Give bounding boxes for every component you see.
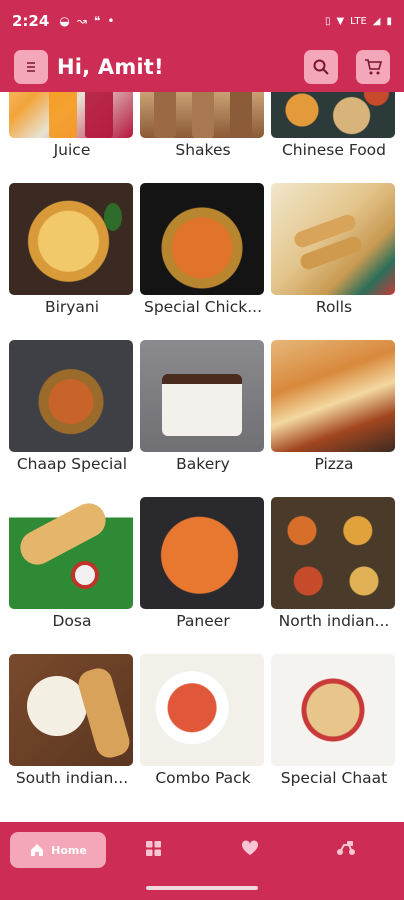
status-notification-icons: ◒ ↝ ❝ • [59, 14, 114, 28]
gesture-bar[interactable] [146, 886, 258, 890]
search-icon [313, 59, 329, 75]
dosa-image [9, 497, 133, 609]
category-label: North indian... [278, 612, 390, 630]
biryani-image [9, 183, 133, 295]
category-chinese-food[interactable]: Chinese Food [271, 92, 397, 171]
greeting-title: Hi, Amit! [57, 55, 164, 79]
chaap-special-image [9, 340, 133, 452]
special-chaat-image [271, 654, 395, 766]
grid-icon [146, 841, 161, 856]
status-system-icons: ▯ ▼ LTE ◢ ▮ [325, 16, 392, 27]
category-special-chicken[interactable]: Special Chick... [140, 183, 266, 328]
juice-image [9, 92, 133, 138]
category-label: Rolls [315, 298, 353, 316]
category-dosa[interactable]: Dosa [9, 497, 135, 642]
battery-icon: ▮ [386, 15, 392, 27]
cart-icon [365, 59, 382, 75]
chinese-food-image [271, 92, 395, 138]
north-indian-image [271, 497, 395, 609]
category-north-indian[interactable]: North indian... [271, 497, 397, 642]
category-label: Biryani [44, 298, 100, 316]
nav-favorites-button[interactable] [241, 840, 259, 860]
category-combo-pack[interactable]: Combo Pack [140, 654, 266, 799]
notification-icon: ◒ [59, 14, 70, 28]
status-time: 2:24 [12, 12, 50, 30]
nav-categories-button[interactable] [145, 840, 162, 861]
special-chicken-image [140, 183, 264, 295]
shakes-image [140, 92, 264, 138]
category-label: Special Chick... [143, 298, 262, 316]
home-icon [31, 844, 44, 856]
category-special-chaat[interactable]: Special Chaat [271, 654, 397, 799]
quote-icon: ❝ [93, 14, 101, 28]
category-label: Pizza [314, 455, 354, 473]
vibrate-icon: ▯ [324, 15, 331, 27]
paneer-image [140, 497, 264, 609]
bakery-image [140, 340, 264, 452]
category-grid: Juice Shakes Chinese Food Biryani Specia… [0, 92, 404, 822]
category-label: Paneer [176, 612, 230, 630]
category-label: Juice [53, 141, 91, 159]
category-label: Bakery [176, 455, 230, 473]
pizza-image [271, 340, 395, 452]
category-rolls[interactable]: Rolls [271, 183, 397, 328]
nav-delivery-button[interactable] [336, 840, 356, 860]
south-indian-image [9, 654, 133, 766]
category-shakes[interactable]: Shakes [140, 92, 266, 171]
lte-label: LTE [350, 15, 367, 27]
category-biryani[interactable]: Biryani [9, 183, 135, 328]
search-button[interactable] [304, 50, 338, 84]
nav-home-label: Home [51, 843, 87, 857]
category-pizza[interactable]: Pizza [271, 340, 397, 485]
menu-icon [27, 62, 35, 72]
rolls-image [271, 183, 395, 295]
category-label: Chaap Special [16, 455, 128, 473]
menu-button[interactable] [14, 50, 48, 84]
heart-icon [241, 840, 259, 855]
category-bakery[interactable]: Bakery [140, 340, 266, 485]
category-label: Shakes [175, 141, 231, 159]
category-chaap-special[interactable]: Chaap Special [9, 340, 135, 485]
combo-pack-image [140, 654, 264, 766]
category-south-indian[interactable]: South indian... [9, 654, 135, 799]
signal-icon: ◢ [372, 15, 381, 27]
missed-call-icon: ↝ [76, 14, 87, 28]
category-label: South indian... [15, 769, 129, 787]
nav-home-button[interactable]: Home [10, 832, 106, 868]
category-paneer[interactable]: Paneer [140, 497, 266, 642]
category-juice[interactable]: Juice [9, 92, 135, 171]
dot-icon: • [107, 14, 115, 28]
category-label: Chinese Food [281, 141, 387, 159]
app-bar: Hi, Amit! [0, 42, 404, 92]
category-label: Dosa [52, 612, 92, 630]
cart-button[interactable] [356, 50, 390, 84]
delivery-icon [337, 841, 355, 855]
status-bar: 2:24 ◒ ↝ ❝ • ▯ ▼ LTE ◢ ▮ [0, 0, 404, 42]
wifi-icon: ▼ [336, 15, 345, 27]
category-label: Special Chaat [280, 769, 388, 787]
category-label: Combo Pack [155, 769, 251, 787]
